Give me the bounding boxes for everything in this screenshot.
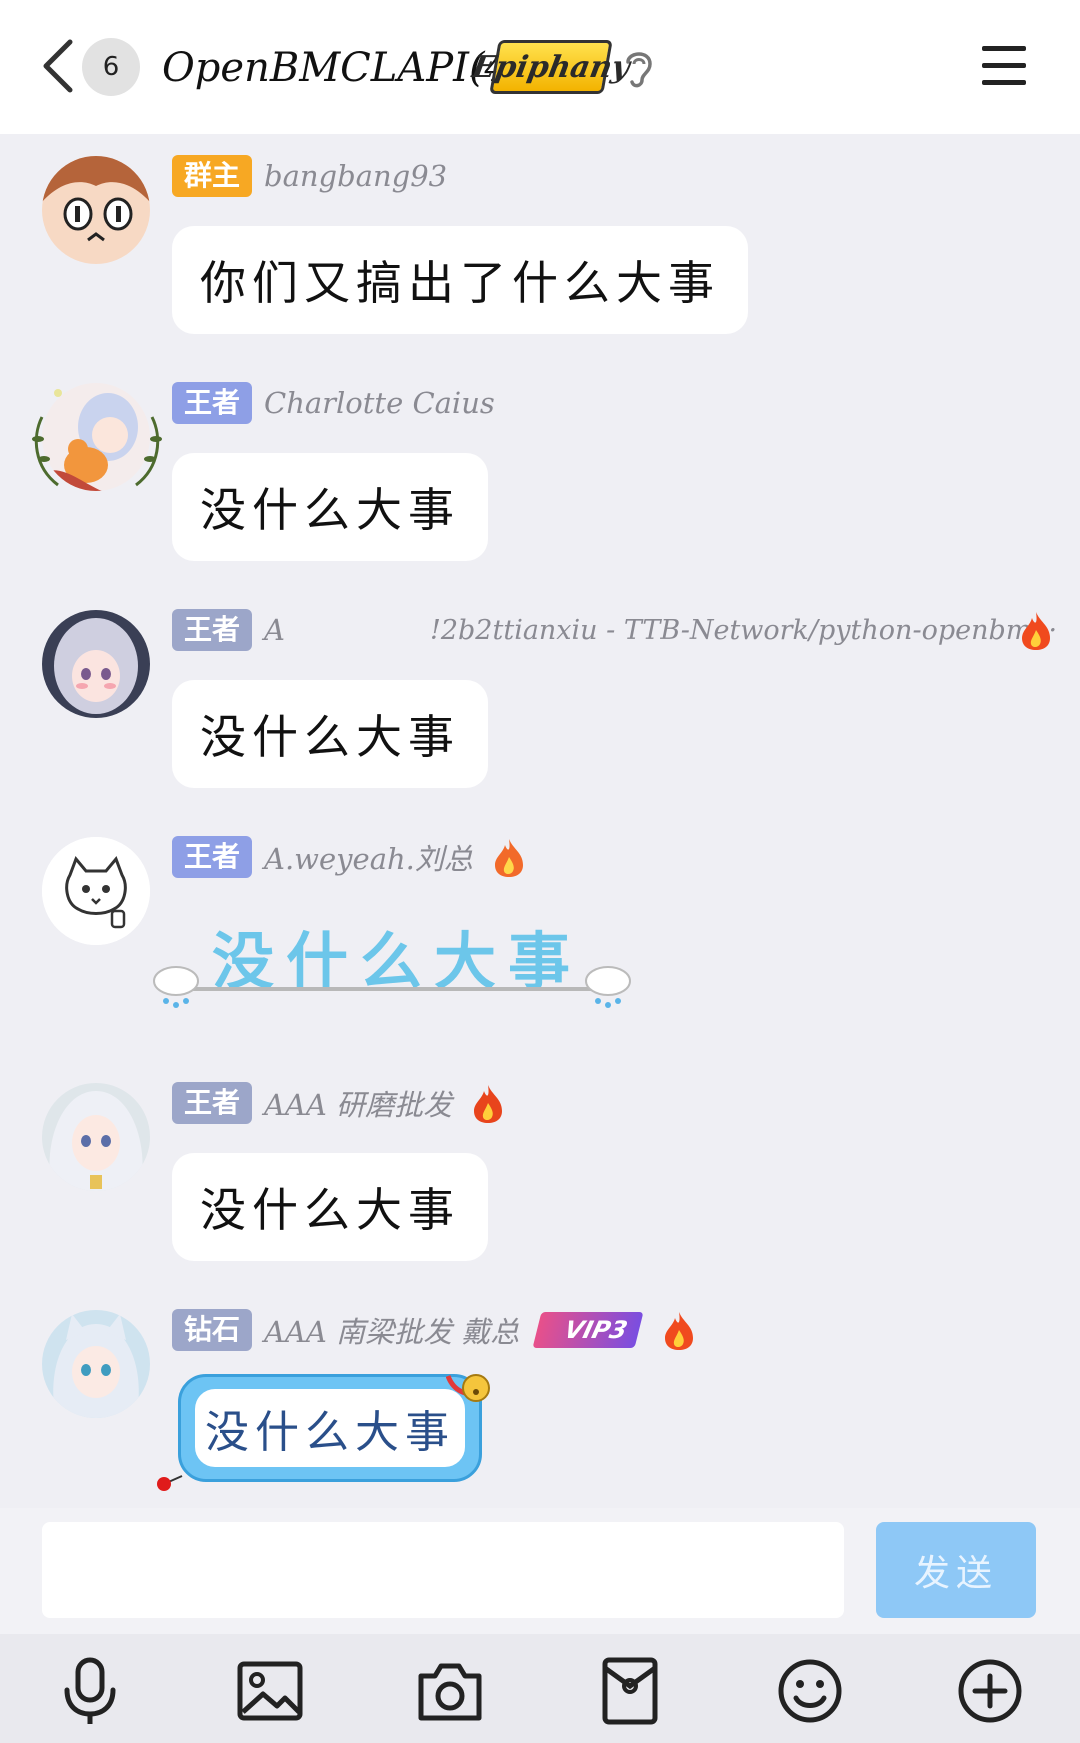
menu-icon[interactable] bbox=[980, 44, 1028, 88]
flame-icon bbox=[474, 1085, 503, 1123]
sender-name[interactable]: AAA 南梁批发 戴总 bbox=[264, 1309, 519, 1351]
group-title-badge: Epiphany bbox=[470, 40, 632, 94]
message-meta: 王者 AAA 研磨批发 bbox=[172, 1081, 506, 1125]
chat-header: 6 OpenBMCLAPI(411) Epiphany bbox=[0, 0, 1080, 134]
message-bubble-styled[interactable]: 没什么大事 bbox=[152, 901, 632, 1021]
send-button[interactable]: 发送 bbox=[876, 1522, 1036, 1618]
role-badge: 钻石 bbox=[172, 1309, 253, 1351]
flame-icon bbox=[494, 839, 523, 877]
avatar[interactable] bbox=[42, 837, 150, 945]
input-toolbar bbox=[0, 1634, 1080, 1743]
sender-name[interactable]: A bbox=[264, 613, 285, 647]
message-bubble[interactable]: 没什么大事 bbox=[172, 1153, 488, 1261]
sender-name[interactable]: AAA 研磨批发 bbox=[264, 1082, 452, 1124]
message-composer: 发送 bbox=[0, 1508, 1080, 1634]
emoji-icon[interactable] bbox=[775, 1656, 845, 1726]
avatar-wreath-decoration bbox=[32, 389, 162, 487]
sender-name[interactable]: A.weyeah.刘总 bbox=[264, 836, 473, 878]
role-badge: 群主 bbox=[172, 155, 253, 197]
plus-icon[interactable] bbox=[955, 1656, 1025, 1726]
bell-decoration-icon bbox=[446, 1374, 490, 1402]
cloud-decoration bbox=[153, 966, 631, 1008]
flame-icon bbox=[1022, 612, 1050, 650]
red-packet-icon[interactable] bbox=[595, 1656, 665, 1726]
camera-icon[interactable] bbox=[415, 1656, 485, 1726]
avatar[interactable] bbox=[42, 610, 150, 718]
message-bubble[interactable]: 没什么大事 bbox=[172, 453, 488, 561]
message-meta: 王者 A.weyeah.刘总 bbox=[172, 835, 527, 879]
message-meta: 群主 bangbang93 bbox=[172, 154, 447, 198]
sender-name[interactable]: Charlotte Caius bbox=[264, 386, 495, 420]
message-meta: 王者 Charlotte Caius bbox=[172, 381, 495, 425]
message-meta: 王者 A !2b2ttianxiu - TTB-Network/python-o… bbox=[172, 608, 1057, 652]
avatar[interactable] bbox=[42, 1310, 150, 1418]
message-bubble-styled[interactable]: 没什么大事 bbox=[178, 1374, 482, 1482]
microphone-icon[interactable] bbox=[55, 1656, 125, 1726]
role-badge: 王者 bbox=[172, 1082, 253, 1124]
back-arrow-icon[interactable] bbox=[38, 38, 78, 94]
unread-count-badge[interactable]: 6 bbox=[82, 38, 140, 96]
image-icon[interactable] bbox=[235, 1656, 305, 1726]
message-meta: 钻石 AAA 南梁批发 戴总 VIP3 bbox=[172, 1308, 697, 1352]
role-badge: 王者 bbox=[172, 609, 253, 651]
vip-badge: VIP3 bbox=[532, 1312, 644, 1348]
message-text: 没什么大事 bbox=[195, 1389, 465, 1467]
ear-icon[interactable] bbox=[622, 46, 656, 90]
avatar[interactable] bbox=[42, 156, 150, 264]
sender-signature: !2b2ttianxiu - TTB-Network/python-openbm… bbox=[430, 614, 1058, 646]
message-input[interactable] bbox=[42, 1522, 844, 1618]
message-bubble[interactable]: 没什么大事 bbox=[172, 680, 488, 788]
flame-icon bbox=[665, 1312, 694, 1350]
sender-name[interactable]: bangbang93 bbox=[264, 159, 447, 193]
avatar[interactable] bbox=[42, 1083, 150, 1191]
role-badge: 王者 bbox=[172, 382, 253, 424]
message-bubble[interactable]: 你们又搞出了什么大事 bbox=[172, 226, 748, 334]
red-dot-decoration bbox=[157, 1475, 183, 1491]
role-badge: 王者 bbox=[172, 836, 253, 878]
